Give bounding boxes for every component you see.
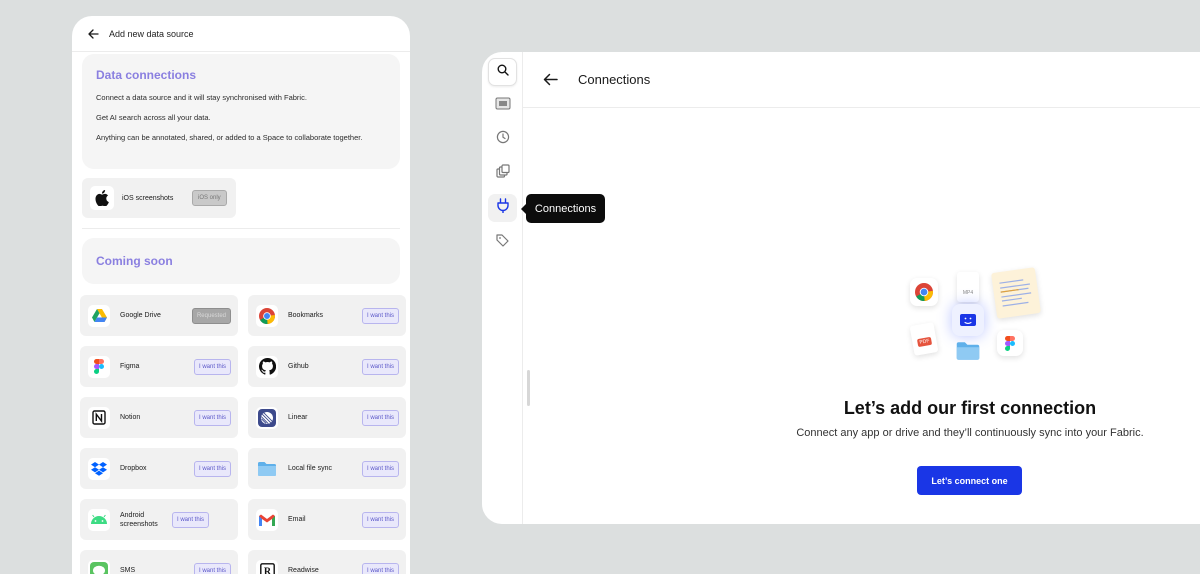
ios-screenshots-tile[interactable]: iOS screenshots iOS only	[82, 178, 236, 218]
source-name: Google Drive	[120, 312, 161, 319]
info-paragraph: Anything can be annotated, shared, or ad…	[96, 133, 363, 142]
data-connections-title: Data connections	[96, 68, 197, 82]
notion-icon	[88, 406, 110, 429]
connections-illustration: MP4 PDF	[902, 266, 1052, 372]
resize-handle[interactable]	[527, 370, 530, 406]
pdf-label: PDF	[916, 336, 933, 348]
data-connections-card: Data connections Connect a data source a…	[82, 54, 400, 169]
mp4-file-icon: MP4	[957, 272, 979, 302]
dropbox-icon	[88, 457, 110, 480]
divider	[82, 228, 400, 229]
rail-search-button[interactable]	[488, 58, 517, 86]
source-tile-linear[interactable]: Linear I want this	[248, 397, 406, 438]
google-drive-icon	[88, 304, 110, 327]
source-name: Readwise	[288, 567, 319, 574]
chrome-icon	[256, 304, 278, 327]
panel-header: Add new data source	[72, 16, 410, 52]
source-name: Figma	[120, 363, 140, 370]
source-tile-figma[interactable]: Figma I want this	[80, 346, 238, 387]
i-want-this-button[interactable]: I want this	[361, 460, 399, 477]
requested-badge: Requested	[191, 307, 231, 324]
source-tile-bookmarks[interactable]: Bookmarks I want this	[248, 295, 406, 336]
rail-copies-button[interactable]	[488, 159, 517, 187]
i-want-this-button[interactable]: I want this	[361, 511, 399, 528]
back-arrow-icon[interactable]	[543, 73, 558, 86]
source-name: Android screenshots	[120, 511, 158, 528]
android-icon	[88, 508, 110, 531]
source-tile-github[interactable]: Github I want this	[248, 346, 406, 387]
i-want-this-button[interactable]: I want this	[361, 358, 399, 375]
i-want-this-button[interactable]: I want this	[193, 358, 231, 375]
tag-icon	[496, 234, 509, 252]
info-paragraph: Connect a data source and it will stay s…	[96, 93, 307, 102]
plug-icon	[496, 198, 510, 218]
sidebar-rail	[482, 52, 523, 524]
copies-icon	[495, 163, 510, 183]
source-name: Notion	[120, 414, 141, 421]
source-grid: Google Drive Requested Bookmarks I want …	[80, 295, 406, 574]
source-name: Github	[288, 363, 309, 370]
coming-soon-title: Coming soon	[96, 254, 173, 268]
i-want-this-button[interactable]: I want this	[361, 409, 399, 426]
messages-icon	[88, 559, 110, 574]
ios-only-badge: iOS only	[192, 190, 227, 206]
i-want-this-button[interactable]: I want this	[193, 409, 231, 426]
figma-icon	[997, 330, 1023, 356]
gmail-icon	[256, 508, 278, 531]
connections-tooltip: Connections	[521, 194, 605, 223]
back-arrow-icon[interactable]	[84, 25, 102, 43]
source-tile-dropbox[interactable]: Dropbox I want this	[80, 448, 238, 489]
linear-icon	[256, 406, 278, 429]
source-tile-android-screenshots[interactable]: Android screenshots I want this	[80, 499, 238, 540]
rail-tags-button[interactable]	[488, 229, 517, 257]
empty-state-title: Let’s add our first connection	[843, 398, 1097, 418]
search-icon	[497, 63, 509, 81]
add-data-source-panel: Add new data source Data connections Con…	[72, 16, 410, 574]
ios-tile-label: iOS screenshots	[122, 194, 174, 202]
fabric-app-icon	[952, 304, 984, 336]
source-tile-local-file-sync[interactable]: Local file sync I want this	[248, 448, 406, 489]
pdf-file-icon: PDF	[909, 322, 939, 356]
connections-window: Connections	[482, 52, 1200, 524]
document-note-icon	[991, 267, 1041, 319]
source-name: Local file sync	[288, 465, 332, 472]
source-tile-notion[interactable]: Notion I want this	[80, 397, 238, 438]
source-tile-google-drive[interactable]: Google Drive Requested	[80, 295, 238, 336]
info-paragraph: Get AI search across all your data.	[96, 113, 211, 122]
svg-text:R: R	[263, 566, 271, 574]
chrome-icon	[910, 278, 938, 306]
source-name: Email	[288, 516, 306, 523]
page-title: Add new data source	[109, 28, 194, 39]
i-want-this-button[interactable]: I want this	[361, 307, 399, 324]
readwise-icon: R	[256, 559, 278, 574]
source-tile-email[interactable]: Email I want this	[248, 499, 406, 540]
rail-screenshots-button[interactable]	[488, 91, 517, 119]
figma-icon	[88, 355, 110, 378]
empty-state-subtitle: Connect any app or drive and they’ll con…	[796, 427, 1144, 439]
source-name: Bookmarks	[288, 312, 324, 319]
lets-connect-one-button[interactable]: Let’s connect one	[917, 466, 1022, 495]
source-tile-sms[interactable]: SMS I want this	[80, 550, 238, 574]
i-want-this-button[interactable]: I want this	[172, 511, 210, 528]
apple-icon	[90, 186, 114, 210]
i-want-this-button[interactable]: I want this	[193, 460, 231, 477]
coming-soon-card: Coming soon	[82, 238, 400, 284]
i-want-this-button[interactable]: I want this	[361, 562, 399, 574]
rail-history-button[interactable]	[488, 125, 517, 153]
source-name: SMS	[120, 567, 136, 574]
source-name: Linear	[288, 414, 308, 421]
source-tile-readwise[interactable]: R Readwise I want this	[248, 550, 406, 574]
i-want-this-button[interactable]: I want this	[193, 562, 231, 574]
folder-icon	[256, 458, 278, 480]
history-icon	[496, 130, 510, 149]
screen-folder-icon	[495, 96, 511, 115]
source-name: Dropbox	[120, 465, 147, 472]
rail-connections-button[interactable]	[488, 194, 517, 222]
folder-icon	[954, 340, 982, 362]
github-icon	[256, 355, 278, 378]
page-title: Connections	[578, 72, 651, 87]
mp4-label: MP4	[962, 290, 974, 296]
connections-header: Connections	[523, 52, 1200, 108]
